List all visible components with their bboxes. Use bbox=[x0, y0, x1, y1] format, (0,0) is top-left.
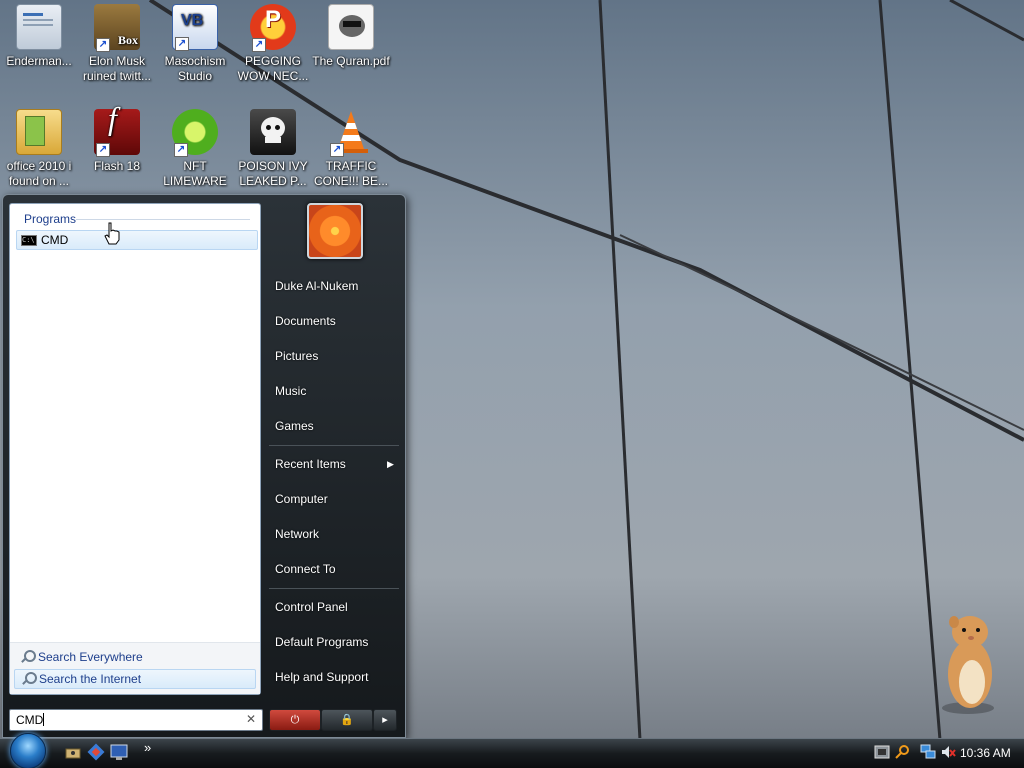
desktop-icon-masochism-studio[interactable]: VB ↗ Masochism Studio bbox=[156, 2, 234, 84]
skull-icon bbox=[250, 109, 296, 155]
shortcut-arrow-icon: ↗ bbox=[175, 37, 189, 51]
internet-explorer-icon[interactable] bbox=[110, 743, 128, 761]
network-icon[interactable] bbox=[920, 744, 936, 760]
menu-item-recent-items[interactable]: Recent Items bbox=[275, 457, 346, 471]
search-icon bbox=[21, 672, 37, 686]
menu-separator bbox=[269, 588, 399, 589]
power-button[interactable]: ⏻ bbox=[269, 709, 321, 731]
p-badge: P bbox=[265, 6, 282, 33]
menu-item-music[interactable]: Music bbox=[275, 384, 306, 398]
switch-windows-icon[interactable] bbox=[87, 743, 105, 761]
vb-studio-icon: VB ↗ bbox=[172, 4, 218, 51]
menu-item-default-programs[interactable]: Default Programs bbox=[275, 635, 368, 649]
search-internet-link[interactable]: Search the Internet bbox=[14, 669, 256, 689]
shortcut-arrow-icon: ↗ bbox=[174, 143, 188, 157]
search-result-cmd[interactable]: C:\ CMD bbox=[16, 230, 258, 250]
traffic-cone-icon: ↗ bbox=[328, 109, 374, 157]
desktop-icon-office-2010[interactable]: office 2010 i found on ... bbox=[0, 107, 78, 189]
boxed-game-icon: Box ↗ bbox=[94, 4, 140, 52]
lock-icon: 🔒 bbox=[340, 714, 354, 726]
search-options-panel: Search Everywhere Search the Internet bbox=[10, 642, 260, 694]
shortcut-arrow-icon: ↗ bbox=[330, 143, 344, 157]
desktop-icon-label: POISON IVY LEAKED P... bbox=[238, 159, 308, 188]
flash-icon: f ↗ bbox=[94, 100, 140, 157]
menu-item-help-support[interactable]: Help and Support bbox=[275, 670, 368, 684]
vb-badge: VB bbox=[181, 12, 204, 29]
desktop-icon-elon-musk[interactable]: Box ↗ Elon Musk ruined twitt... bbox=[78, 2, 156, 84]
search-internet-label: Search the Internet bbox=[39, 672, 142, 686]
search-result-label: CMD bbox=[41, 233, 69, 247]
clear-search-icon[interactable]: ✕ bbox=[246, 712, 256, 726]
hamster-gadget[interactable] bbox=[934, 612, 1006, 716]
raccoon-document-icon bbox=[328, 4, 374, 50]
search-icon bbox=[20, 650, 36, 664]
search-everywhere-link[interactable]: Search Everywhere bbox=[14, 647, 256, 667]
volume-muted-icon[interactable] bbox=[940, 744, 956, 760]
start-search-input[interactable]: CMD ✕ bbox=[9, 709, 263, 731]
desktop-icon-label: Flash 18 bbox=[93, 159, 141, 173]
taskbar-clock[interactable]: 10:36 AM bbox=[960, 746, 1011, 760]
menu-item-computer[interactable]: Computer bbox=[275, 492, 328, 506]
show-desktop-icon[interactable] bbox=[64, 743, 82, 761]
flash-badge: f bbox=[108, 100, 117, 136]
desktop-icon-label: Masochism Studio bbox=[164, 54, 226, 83]
desktop-icon-quran-pdf[interactable]: The Quran.pdf bbox=[312, 2, 390, 69]
window-doc-icon bbox=[16, 4, 62, 50]
desktop-icon-label: Elon Musk ruined twitt... bbox=[82, 54, 152, 83]
start-menu-results-pane: Programs C:\ CMD Search Everywhere Searc… bbox=[9, 203, 261, 695]
command-prompt-icon: C:\ bbox=[21, 234, 37, 246]
desktop-icon-flash-18[interactable]: f ↗ Flash 18 bbox=[78, 100, 156, 174]
desktop-icon-poison-ivy[interactable]: POISON IVY LEAKED P... bbox=[234, 107, 312, 189]
hand-cursor-icon bbox=[104, 222, 120, 245]
desktop-icon-pegging[interactable]: P ↗ PEGGING WOW NEC... bbox=[234, 2, 312, 84]
desktop-icon-label: PEGGING WOW NEC... bbox=[237, 54, 309, 83]
menu-item-network[interactable]: Network bbox=[275, 527, 319, 541]
folder-icon bbox=[16, 109, 62, 155]
box-badge: Box bbox=[117, 33, 138, 47]
programs-divider bbox=[76, 219, 250, 220]
limewire-icon: ↗ bbox=[172, 109, 218, 157]
desktop-icon-enderman[interactable]: Enderman... bbox=[0, 2, 78, 69]
desktop-icon-label: NFT LIMEWARE bbox=[163, 159, 227, 188]
desktop-icon-label: office 2010 i found on ... bbox=[6, 159, 72, 188]
menu-separator bbox=[269, 445, 399, 446]
programs-header: Programs bbox=[24, 212, 77, 226]
start-button[interactable] bbox=[8, 733, 52, 768]
search-everywhere-label: Search Everywhere bbox=[38, 650, 143, 664]
desktop-icon-label: TRAFFIC CONE!!! BE... bbox=[313, 159, 388, 188]
start-menu: Programs C:\ CMD Search Everywhere Searc… bbox=[2, 194, 406, 738]
menu-item-documents[interactable]: Documents bbox=[275, 314, 336, 328]
tray-search-icon[interactable] bbox=[894, 744, 910, 760]
desktop-icon-label: The Quran.pdf bbox=[312, 54, 390, 68]
desktop-icon-traffic-cone[interactable]: ↗ TRAFFIC CONE!!! BE... bbox=[312, 107, 390, 189]
shutdown-options-button[interactable]: ▸ bbox=[373, 709, 397, 731]
user-avatar[interactable] bbox=[307, 203, 363, 259]
quick-launch-overflow-button[interactable]: » bbox=[144, 740, 151, 755]
menu-item-control-panel[interactable]: Control Panel bbox=[275, 600, 348, 614]
desktop-icon-nft-limeware[interactable]: ↗ NFT LIMEWARE bbox=[156, 107, 234, 189]
submenu-arrow-icon: ▶ bbox=[387, 459, 394, 469]
lock-button[interactable]: 🔒 bbox=[321, 709, 373, 731]
power-controls: ⏻ 🔒 ▸ bbox=[269, 709, 397, 731]
windows-logo-icon bbox=[10, 733, 46, 768]
arrow-right-icon: ▸ bbox=[382, 714, 388, 726]
p-badge-icon: P ↗ bbox=[250, 4, 296, 52]
menu-item-connect-to[interactable]: Connect To bbox=[275, 562, 336, 576]
power-icon: ⏻ bbox=[290, 714, 300, 726]
text-caret bbox=[43, 713, 45, 726]
desktop-icon-label: Enderman... bbox=[6, 54, 72, 68]
menu-item-user[interactable]: Duke Al-Nukem bbox=[275, 279, 358, 293]
menu-item-games[interactable]: Games bbox=[275, 419, 314, 433]
shortcut-arrow-icon: ↗ bbox=[96, 143, 110, 157]
menu-item-pictures[interactable]: Pictures bbox=[275, 349, 318, 363]
start-search-value: CMD bbox=[16, 713, 44, 727]
shortcut-arrow-icon: ↗ bbox=[96, 38, 110, 52]
taskbar bbox=[0, 738, 1024, 768]
tray-app-icon[interactable] bbox=[874, 744, 890, 760]
shortcut-arrow-icon: ↗ bbox=[252, 38, 266, 52]
